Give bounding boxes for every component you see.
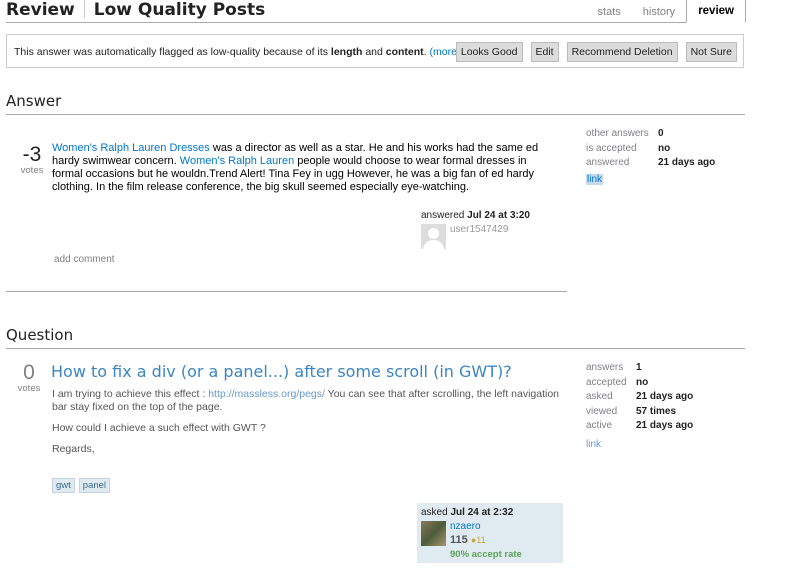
- answer-signature: answered Jul 24 at 3:20 user1547429: [421, 210, 561, 249]
- question-stats: answers 1 accepted no asked 21 days ago vie…: [586, 362, 694, 450]
- answer-section-title: Answer: [6, 92, 62, 110]
- answer-votes-label: votes: [20, 165, 44, 176]
- not-sure-button[interactable]: Not Sure: [685, 42, 737, 62]
- question-owner-card: asked Jul 24 at 2:32 nzaero 115 ●11 90% …: [417, 503, 563, 563]
- answer-bottom-divider: [6, 291, 567, 292]
- review-title[interactable]: Review: [6, 0, 75, 20]
- question-section-divider: [6, 348, 745, 349]
- question-votes-label: votes: [17, 383, 41, 394]
- answer-link-2[interactable]: Women's Ralph Lauren: [180, 155, 294, 167]
- header-divider: [6, 22, 746, 23]
- answer-user-link[interactable]: user1547429: [450, 224, 508, 235]
- recommend-deletion-button[interactable]: Recommend Deletion: [566, 42, 678, 62]
- user-avatar[interactable]: [421, 224, 446, 249]
- owner-reputation: 115 ●11: [450, 534, 486, 546]
- owner-avatar[interactable]: [421, 521, 446, 546]
- answered-time: answered Jul 24 at 3:20: [421, 210, 530, 221]
- answer-vote-count: -3: [22, 143, 42, 166]
- answer-vote-cell: -3 votes: [17, 144, 47, 176]
- owner-user-link[interactable]: nzaero: [450, 521, 481, 532]
- question-permalink[interactable]: link: [586, 439, 601, 450]
- page-header: Review Low Quality Posts stats history re…: [6, 0, 746, 24]
- notice-text: This answer was automatically flagged as…: [14, 46, 461, 58]
- tab-history[interactable]: history: [632, 0, 686, 23]
- looks-good-button[interactable]: Looks Good: [455, 42, 523, 62]
- bronze-badge-count: ●11: [470, 535, 486, 545]
- review-tabs: stats history review: [587, 0, 746, 23]
- edit-button[interactable]: Edit: [530, 42, 559, 62]
- question-tags: gwt panel: [52, 478, 114, 493]
- tag-panel[interactable]: panel: [78, 478, 111, 493]
- question-title[interactable]: How to fix a div (or a panel...) after s…: [51, 362, 512, 381]
- add-comment-link[interactable]: add comment: [54, 254, 115, 265]
- tab-stats[interactable]: stats: [587, 0, 632, 23]
- review-actions: Looks Good Edit Recommend Deletion Not S…: [448, 42, 737, 62]
- page-title: Review Low Quality Posts: [6, 0, 265, 20]
- question-section-title: Question: [6, 326, 74, 344]
- title-separator: [83, 0, 85, 18]
- question-vote-count: 0: [23, 361, 35, 384]
- accept-rate: 90% accept rate: [450, 549, 522, 560]
- review-notice: This answer was automatically flagged as…: [6, 34, 744, 68]
- tag-gwt[interactable]: gwt: [52, 478, 75, 493]
- answer-body: Women's Ralph Lauren Dresses was a direc…: [52, 142, 539, 193]
- question-vote-cell: 0 votes: [14, 362, 44, 394]
- question-body: I am trying to achieve this effect : htt…: [52, 388, 560, 455]
- answer-stats: other answers 0 is accepted no answered 21 …: [586, 128, 716, 185]
- queue-title[interactable]: Low Quality Posts: [94, 0, 265, 20]
- answer-section-divider: [6, 114, 745, 115]
- answer-permalink[interactable]: link: [586, 173, 604, 185]
- answer-link-1[interactable]: Women's Ralph Lauren Dresses: [52, 142, 210, 154]
- question-body-link[interactable]: http://massless.org/pegs/: [208, 388, 325, 400]
- tab-review[interactable]: review: [686, 0, 746, 23]
- asked-time: asked Jul 24 at 2:32: [421, 507, 514, 518]
